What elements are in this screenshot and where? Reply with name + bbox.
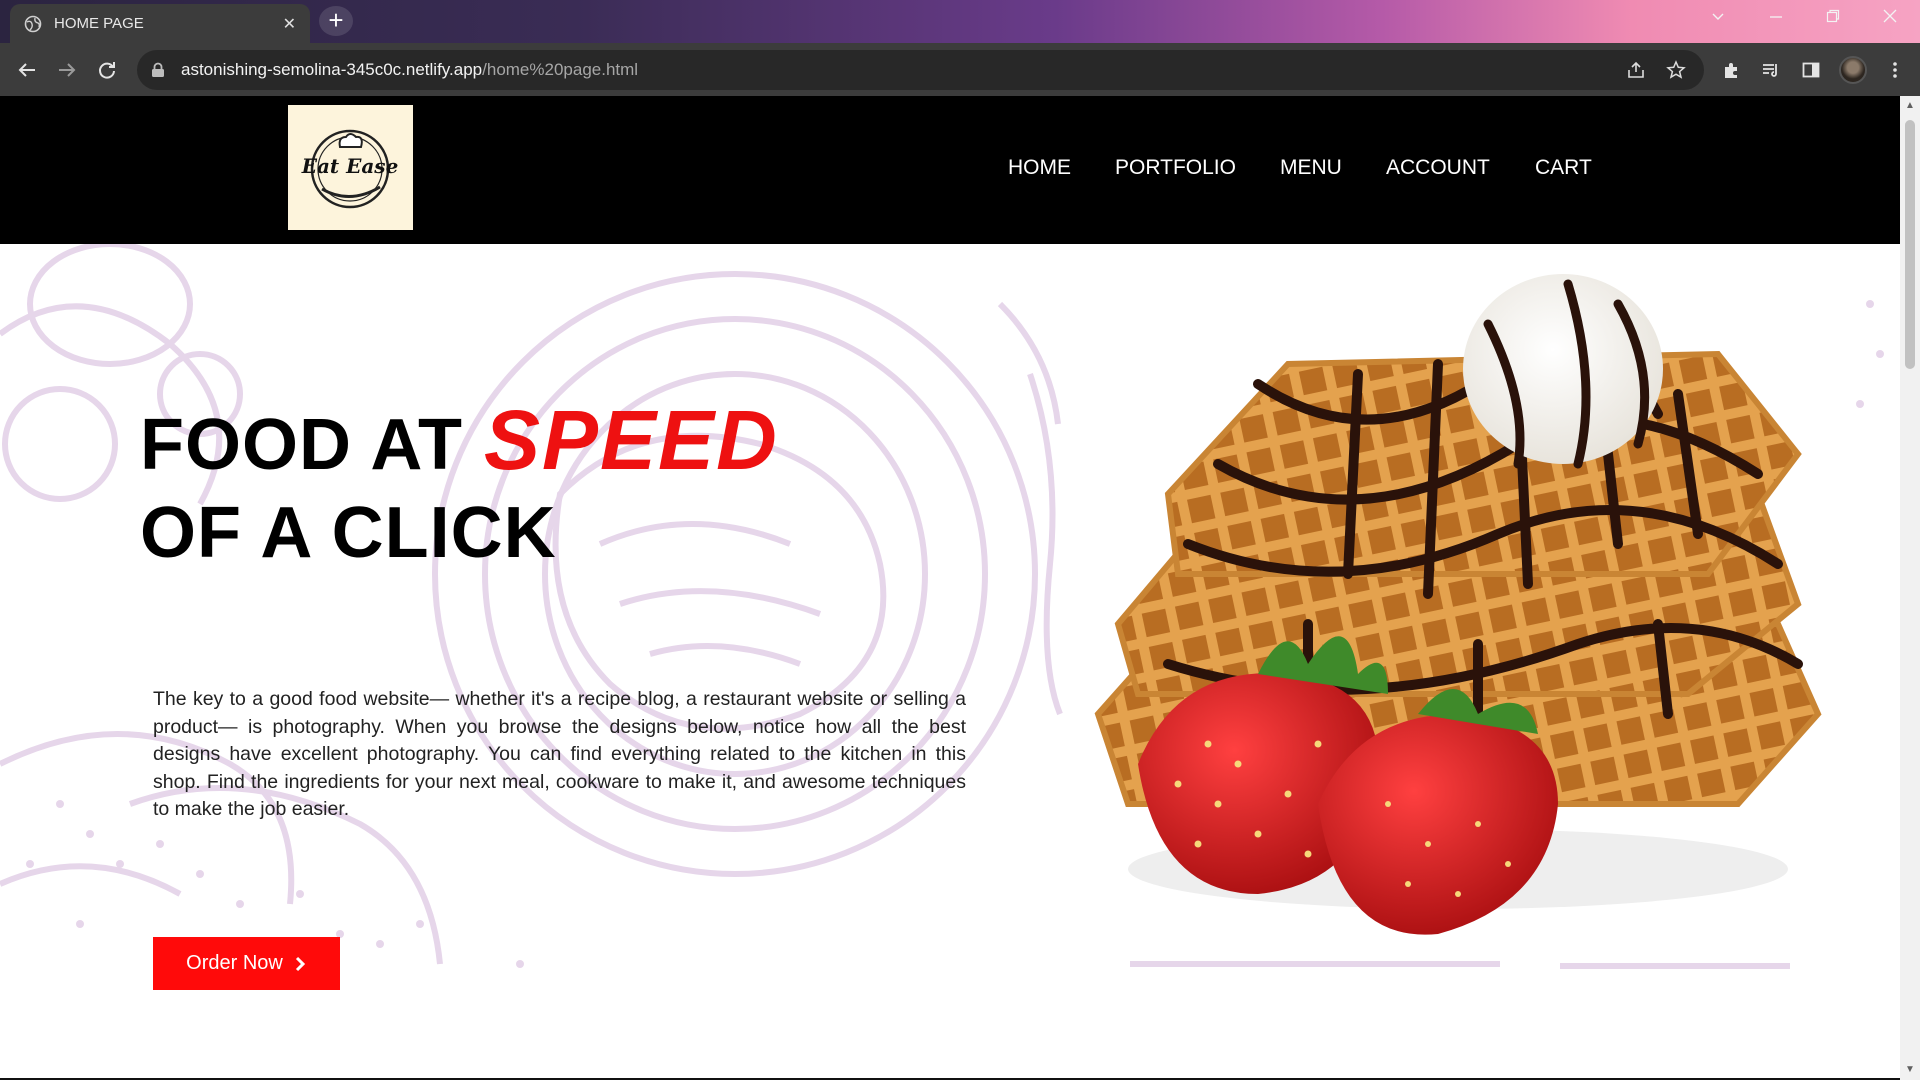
more-menu-icon[interactable]: [1880, 55, 1910, 85]
nav-item-cart[interactable]: CART: [1535, 156, 1592, 180]
close-window-icon[interactable]: [1882, 8, 1898, 29]
browser-toolbar: astonishing-semolina-345c0c.netlify.app /…: [0, 43, 1920, 96]
page-scrollbar[interactable]: ▲ ▼: [1900, 96, 1920, 1080]
nav-item-home[interactable]: HOME: [1008, 156, 1071, 180]
nav-item-portfolio[interactable]: PORTFOLIO: [1115, 156, 1236, 180]
scroll-up-icon[interactable]: ▲: [1904, 100, 1916, 111]
globe-icon: [24, 15, 42, 32]
extensions-icon[interactable]: [1716, 55, 1746, 85]
media-control-icon[interactable]: [1756, 55, 1786, 85]
hero-title-line2: OF A CLICK: [140, 493, 557, 573]
tab-title: HOME PAGE: [54, 15, 144, 32]
browser-tab[interactable]: HOME PAGE ✕: [10, 4, 310, 43]
scrollbar-thumb[interactable]: [1905, 120, 1915, 369]
scroll-down-icon[interactable]: ▼: [1904, 1064, 1916, 1075]
url-path: /home%20page.html: [482, 60, 639, 79]
browser-tab-strip: HOME PAGE ✕ +: [0, 0, 1920, 43]
site-header: Eat Ease HOME PORTFOLIO MENU ACCOUNT CAR…: [0, 96, 1900, 244]
lock-icon: [152, 62, 164, 77]
nav-item-menu[interactable]: MENU: [1280, 156, 1342, 180]
nav-item-account[interactable]: ACCOUNT: [1386, 156, 1490, 180]
reload-icon[interactable]: [92, 55, 122, 85]
bookmark-star-icon[interactable]: [1666, 60, 1686, 86]
logo-mark: Eat Ease: [301, 129, 399, 209]
restore-icon[interactable]: [1825, 8, 1841, 29]
forward-icon[interactable]: [52, 55, 82, 85]
hero-title-highlight: SPEED: [483, 393, 779, 487]
site-logo[interactable]: Eat Ease: [288, 105, 413, 230]
new-tab-button[interactable]: +: [319, 6, 353, 36]
side-panel-icon[interactable]: [1796, 55, 1826, 85]
profile-avatar[interactable]: [1839, 56, 1867, 84]
waffle-dessert-image: [1094, 274, 1822, 935]
minimize-icon[interactable]: [1768, 8, 1784, 29]
page-viewport: Eat Ease HOME PORTFOLIO MENU ACCOUNT CAR…: [0, 96, 1900, 1080]
hero-title-prefix: FOOD AT: [140, 405, 484, 485]
order-now-button[interactable]: Order Now: [153, 937, 340, 990]
logo-text: Eat Ease: [301, 154, 399, 178]
address-bar[interactable]: astonishing-semolina-345c0c.netlify.app /…: [137, 50, 1704, 90]
close-tab-icon[interactable]: ✕: [283, 14, 296, 34]
chevron-right-icon: [295, 956, 305, 971]
order-now-label: Order Now: [186, 952, 283, 974]
back-icon[interactable]: [12, 55, 42, 85]
hero-description: The key to a good food website— whether …: [153, 688, 966, 820]
tab-search-icon[interactable]: [1710, 8, 1726, 29]
url-host: astonishing-semolina-345c0c.netlify.app: [181, 60, 483, 79]
hero-title: FOOD AT SPEED OF A CLICK: [140, 396, 779, 577]
share-icon[interactable]: [1626, 60, 1646, 86]
